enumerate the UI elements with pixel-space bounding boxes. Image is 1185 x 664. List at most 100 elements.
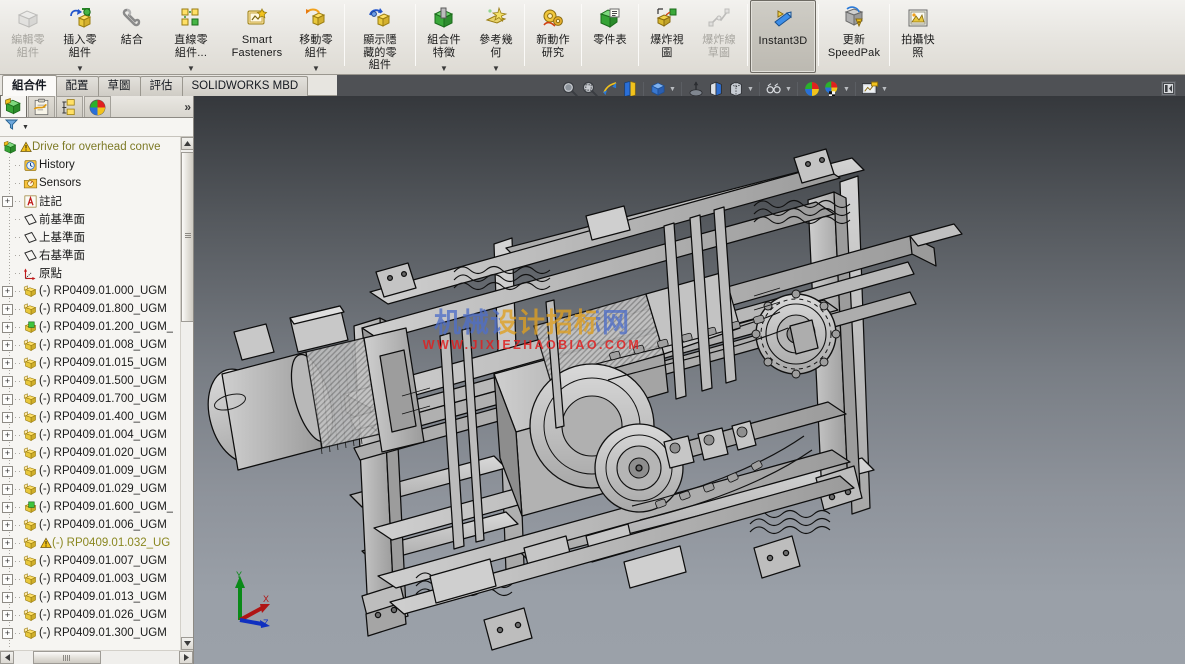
reference-geometry-icon (484, 4, 508, 32)
tree-scroll-thumb[interactable] (181, 152, 193, 322)
tree-item[interactable]: + ·· (-) RP0409.01.000_UGM (0, 282, 180, 300)
chevron-down-icon[interactable]: ▼ (22, 124, 29, 131)
tree-item[interactable]: + ·· (-) RP0409.01.800_UGM (0, 300, 180, 318)
assembly-model-3d[interactable] (194, 96, 1185, 664)
tree-item[interactable]: + ·· (-) RP0409.01.600_UGM_ (0, 498, 180, 516)
collapse-panel-icon[interactable] (1161, 81, 1176, 96)
tree-item[interactable]: ·· 前基準面 (0, 210, 180, 228)
tree-item[interactable]: + ·· (-) RP0409.01.013_UGM (0, 588, 180, 606)
tree-item[interactable]: + ·· (-) RP0409.01.015_UGM (0, 354, 180, 372)
tree-item[interactable]: ·· 原點 (0, 264, 180, 282)
capture-snapshot-icon (906, 4, 930, 32)
ribbon-command-update-speedpak[interactable]: 更新 SpeedPak (821, 0, 887, 73)
component-icon (22, 536, 39, 551)
manager-tab-display-manager[interactable] (84, 96, 111, 117)
ribbon-command-label: 更新 SpeedPak (827, 34, 881, 59)
expand-plus-icon[interactable]: + (2, 627, 13, 639)
tree-item[interactable]: + ·· (-) RP0409.01.400_UGM (0, 408, 180, 426)
expand-plus-icon[interactable]: + (2, 393, 13, 405)
scroll-left-arrow-icon[interactable] (0, 651, 14, 664)
filter-icon[interactable] (4, 118, 19, 136)
chevron-down-icon[interactable]: ▼ (54, 65, 106, 73)
scroll-right-arrow-icon[interactable] (179, 651, 193, 664)
expand-plus-icon[interactable]: + (2, 357, 13, 369)
chevron-down-icon[interactable]: ▼ (418, 65, 470, 73)
manager-tabs-overflow-icon[interactable]: » (184, 100, 191, 114)
tree-connector: ·· (14, 520, 22, 530)
ribbon-command-linear-component-pattern[interactable]: 直線零 組件... ▼ (158, 0, 224, 73)
tab-2[interactable]: 配置 (55, 76, 99, 96)
expand-plus-icon[interactable]: + (2, 483, 13, 495)
tree-item[interactable]: + ·· (-) RP0409.01.200_UGM_ (0, 318, 180, 336)
expand-plus-icon[interactable]: + (2, 321, 13, 333)
tab-4[interactable]: 評估 (139, 76, 183, 96)
expand-plus-icon[interactable]: + (2, 411, 13, 423)
tree-item[interactable]: ·· 右基準面 (0, 246, 180, 264)
manager-tab-property-manager[interactable] (28, 96, 55, 117)
tree-horizontal-scrollbar[interactable] (0, 650, 193, 664)
tree-item[interactable]: + ·· (-) RP0409.01.006_UGM (0, 516, 180, 534)
tree-item[interactable]: + ·· (-) RP0409.01.500_UGM (0, 372, 180, 390)
feature-tree[interactable]: Drive for overhead conve ·· History ·· Senso… (0, 137, 180, 650)
tree-root-item[interactable]: Drive for overhead conve (0, 138, 180, 156)
tree-item[interactable]: + ·· (-) RP0409.01.009_UGM (0, 462, 180, 480)
chevron-down-icon[interactable]: ▼ (290, 65, 342, 73)
chevron-down-icon[interactable]: ▼ (158, 65, 224, 73)
tree-item[interactable]: + ·· (-) RP0409.01.032_UG (0, 534, 180, 552)
manager-tab-feature-manager[interactable] (0, 95, 27, 117)
tree-item[interactable]: + ·· (-) RP0409.01.300_UGM (0, 624, 180, 642)
tab-5[interactable]: SOLIDWORKS MBD (181, 76, 309, 96)
tree-item[interactable]: + ·· (-) RP0409.01.003_UGM (0, 570, 180, 588)
tree-item[interactable]: + ·· (-) RP0409.01.020_UGM (0, 444, 180, 462)
tree-item[interactable]: + ·· (-) RP0409.01.004_UGM (0, 426, 180, 444)
tree-item[interactable]: + ·· (-) RP0409.01.007_UGM (0, 552, 180, 570)
manager-tab-configuration-manager[interactable] (56, 96, 83, 117)
expand-plus-icon[interactable]: + (2, 285, 13, 297)
ribbon-command-assembly-features[interactable]: 組合件 特徵 ▼ (418, 0, 470, 73)
tree-item[interactable]: + ·· (-) RP0409.01.029_UGM (0, 480, 180, 498)
scroll-up-arrow-icon[interactable] (181, 137, 193, 150)
expand-plus-icon[interactable]: + (2, 447, 13, 459)
tree-item[interactable]: + ·· (-) RP0409.01.700_UGM (0, 390, 180, 408)
tree-item[interactable]: + ·· 註記 (0, 192, 180, 210)
tree-item[interactable]: ·· Sensors (0, 174, 180, 192)
expand-plus-icon[interactable]: + (2, 555, 13, 567)
ribbon-command-mate[interactable]: 結合 (106, 0, 158, 73)
tree-item[interactable]: ·· History (0, 156, 180, 174)
expand-plus-icon[interactable]: + (2, 537, 13, 549)
expand-plus-icon[interactable]: + (2, 429, 13, 441)
tree-item[interactable]: + ·· (-) RP0409.01.008_UGM (0, 336, 180, 354)
ribbon-command-instant3d[interactable]: Instant3D (750, 0, 816, 73)
expand-plus-icon[interactable]: + (2, 573, 13, 585)
chevron-down-icon[interactable]: ▼ (470, 65, 522, 73)
expand-plus-icon[interactable]: + (2, 519, 13, 531)
scroll-down-arrow-icon[interactable] (181, 637, 193, 650)
ribbon-command-reference-geometry[interactable]: 參考幾何 ▼ (470, 0, 522, 73)
tab-3[interactable]: 草圖 (97, 76, 141, 96)
expand-plus-icon[interactable]: + (2, 375, 13, 387)
ribbon-command-bill-of-materials[interactable]: 零件表 (584, 0, 636, 73)
tab-1[interactable]: 組合件 (2, 75, 57, 96)
ribbon-command-show-hidden-components[interactable]: 顯示隱 藏的零 組件 (347, 0, 413, 73)
tree-item[interactable]: ·· 上基準面 (0, 228, 180, 246)
expand-plus-icon[interactable]: + (2, 465, 13, 477)
tree-filter-bar[interactable]: ▼ (0, 118, 193, 137)
expand-plus-icon[interactable]: + (2, 339, 13, 351)
ribbon-command-smart-fasteners[interactable]: Smart Fasteners (224, 0, 290, 73)
ribbon-command-move-component[interactable]: 移動零 組件 ▼ (290, 0, 342, 73)
expand-plus-icon[interactable]: + (2, 591, 13, 603)
graphics-viewport[interactable]: 机械设计招标网 WWW.JIXIEZHAOBIAO.COM Y X Z (194, 96, 1185, 664)
expand-plus-icon[interactable]: + (2, 195, 13, 207)
ribbon-command-capture-snapshot[interactable]: 拍攝快照 (892, 0, 944, 73)
expand-plus-icon[interactable]: + (2, 501, 13, 513)
expand-plus-icon[interactable]: + (2, 609, 13, 621)
tree-item[interactable]: + ·· (-) RP0409.01.026_UGM (0, 606, 180, 624)
ribbon-command-exploded-view[interactable]: 爆炸視圖 (641, 0, 693, 73)
expand-plus-icon[interactable]: + (2, 303, 13, 315)
ribbon-command-insert-component[interactable]: 插入零 組件 ▼ (54, 0, 106, 73)
ribbon-command-new-motion-study[interactable]: 新動作 研究 (527, 0, 579, 73)
tree-connector: ·· (14, 196, 22, 206)
component-icon (22, 464, 39, 479)
hscroll-thumb[interactable] (33, 651, 101, 664)
tree-vertical-scrollbar[interactable] (180, 137, 193, 650)
